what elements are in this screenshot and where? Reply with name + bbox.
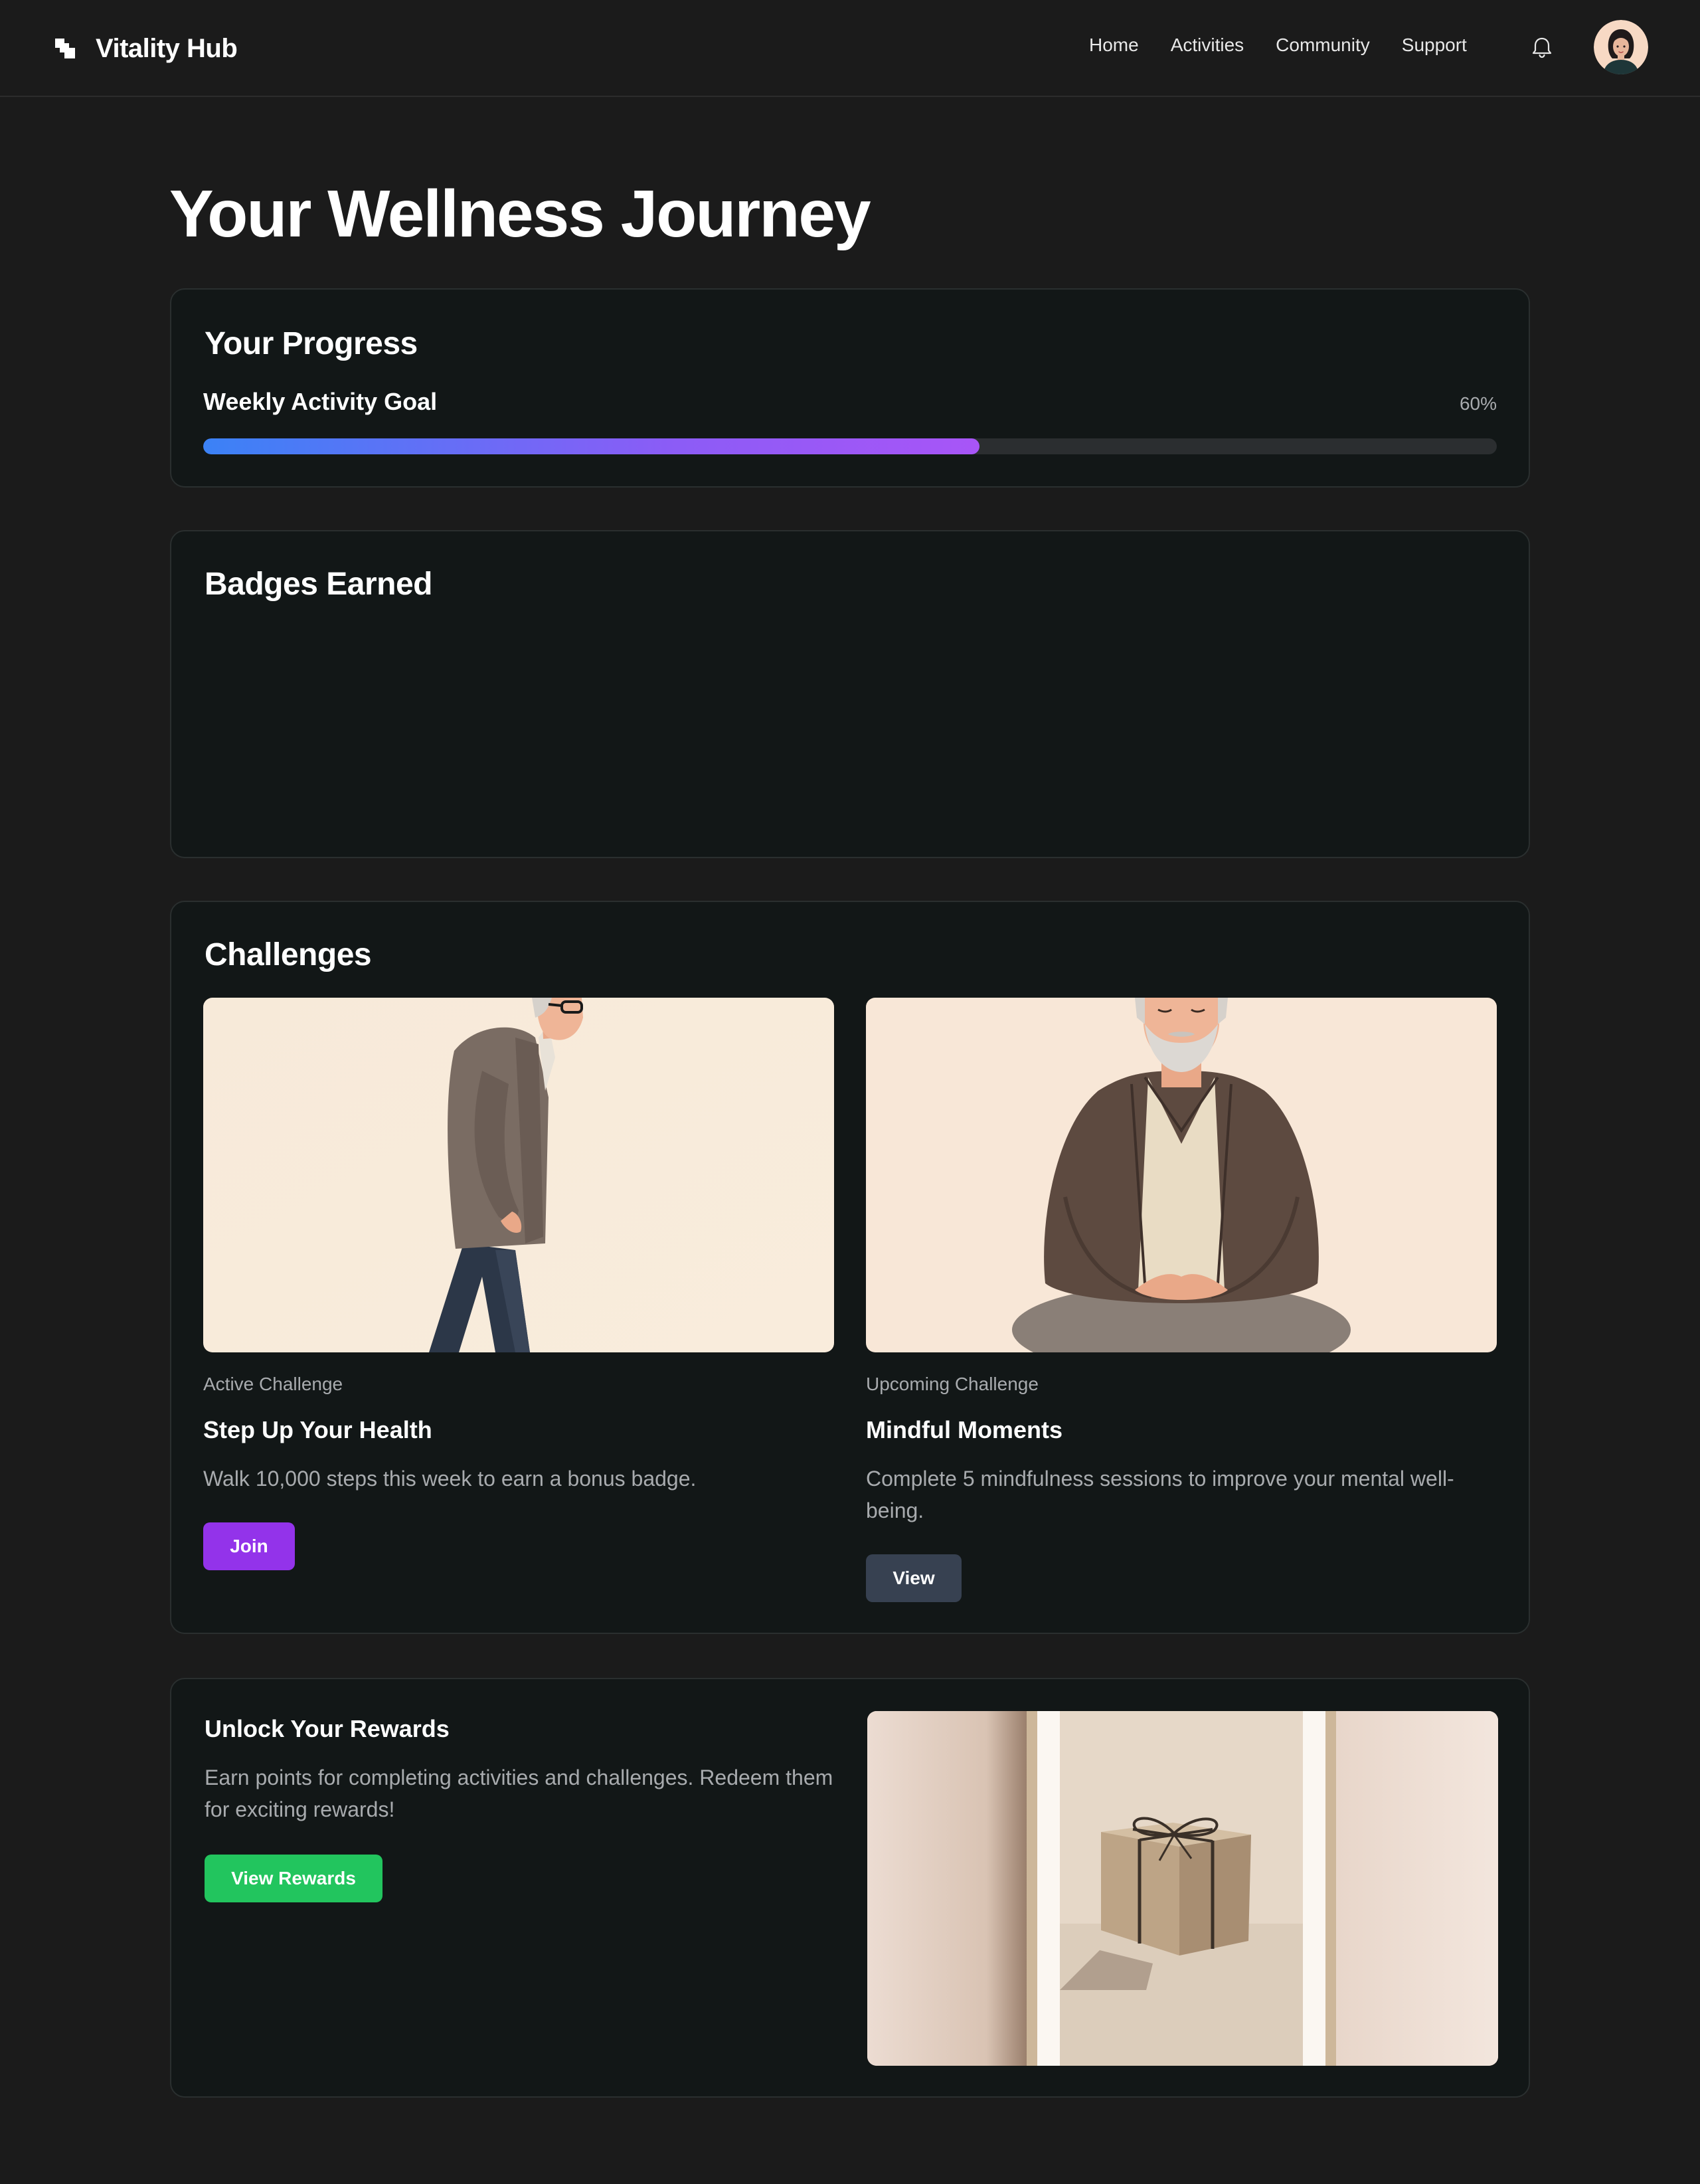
weekly-goal-progress-bar bbox=[203, 438, 1497, 454]
challenge-title-1: Step Up Your Health bbox=[203, 1416, 432, 1443]
main-nav: Home Activities Community Support bbox=[1089, 35, 1467, 56]
rewards-title: Unlock Your Rewards bbox=[205, 1715, 450, 1742]
brand[interactable]: Vitality Hub bbox=[53, 29, 238, 68]
challenge-description-1: Walk 10,000 steps this week to earn a bo… bbox=[203, 1467, 697, 1491]
brand-name: Vitality Hub bbox=[96, 33, 238, 63]
weekly-goal-label: Weekly Activity Goal bbox=[203, 388, 438, 415]
view-challenge-button[interactable]: View bbox=[866, 1554, 962, 1602]
nav-support[interactable]: Support bbox=[1402, 35, 1467, 56]
progress-bar-fill bbox=[203, 438, 979, 454]
page-title: Your Wellness Journey bbox=[169, 177, 871, 251]
view-rewards-button[interactable]: View Rewards bbox=[205, 1855, 382, 1902]
nav-community[interactable]: Community bbox=[1276, 35, 1370, 56]
notifications-button[interactable] bbox=[1529, 35, 1555, 61]
nav-activities[interactable]: Activities bbox=[1171, 35, 1244, 56]
challenges-card: Challenges Active Challenge Step Up Your… bbox=[170, 901, 1530, 1634]
rewards-description: Earn points for completing activities an… bbox=[205, 1766, 833, 1821]
join-challenge-button[interactable]: Join bbox=[203, 1522, 295, 1570]
challenge-image-walking bbox=[203, 998, 834, 1352]
challenge-status-1: Active Challenge bbox=[203, 1374, 343, 1394]
bell-icon bbox=[1532, 37, 1552, 58]
user-avatar[interactable] bbox=[1594, 20, 1648, 74]
logo-icon bbox=[55, 39, 75, 58]
walking-man-illustration bbox=[203, 998, 834, 1352]
challenge-title-2: Mindful Moments bbox=[866, 1416, 1062, 1443]
gift-box-illustration bbox=[867, 1711, 1498, 2066]
rewards-card: Unlock Your Rewards Earn points for comp… bbox=[170, 1678, 1530, 2098]
weekly-goal-percent: 60% bbox=[1459, 393, 1497, 414]
challenge-description-2: Complete 5 mindfulness sessions to impro… bbox=[866, 1467, 1454, 1522]
challenge-status-2: Upcoming Challenge bbox=[866, 1374, 1039, 1394]
progress-title: Your Progress bbox=[205, 326, 418, 361]
top-navigation-bar: Vitality Hub Home Activities Community S… bbox=[0, 0, 1700, 97]
meditating-man-illustration bbox=[866, 998, 1497, 1352]
badges-card: Badges Earned bbox=[170, 530, 1530, 858]
avatar-illustration bbox=[1594, 20, 1648, 74]
nav-home[interactable]: Home bbox=[1089, 35, 1139, 56]
challenges-title: Challenges bbox=[205, 937, 372, 972]
badges-title: Badges Earned bbox=[205, 567, 432, 602]
rewards-image bbox=[867, 1711, 1498, 2066]
challenge-image-meditation bbox=[866, 998, 1497, 1352]
